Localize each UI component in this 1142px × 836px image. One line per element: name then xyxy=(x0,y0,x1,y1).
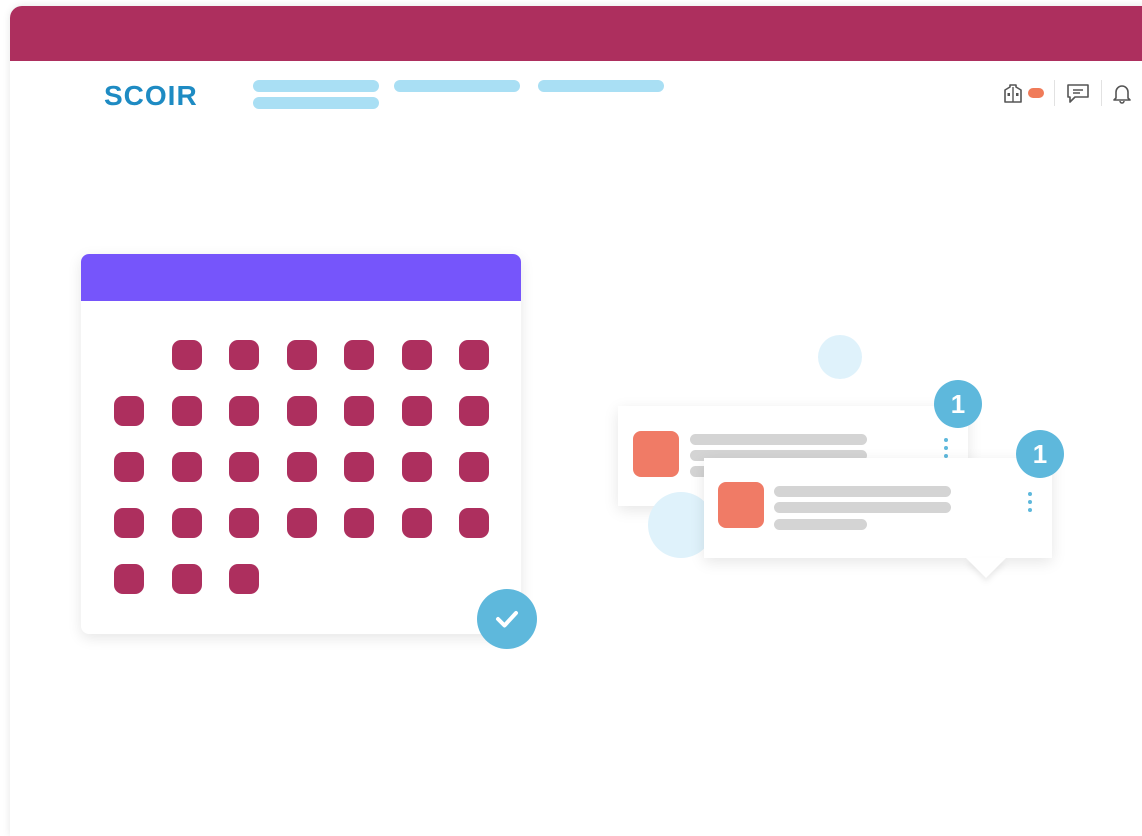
calendar-day-22[interactable] xyxy=(171,508,202,538)
calendar-day-14[interactable] xyxy=(114,452,144,482)
nav-item-placeholder-1[interactable] xyxy=(253,80,379,92)
notification-text-placeholder xyxy=(774,519,867,530)
calendar-day-19[interactable] xyxy=(401,452,432,482)
calendar-day-8[interactable] xyxy=(171,396,202,426)
notification-count-badge: 1 xyxy=(1016,430,1064,478)
notification-thumbnail xyxy=(633,431,679,477)
confirmed-badge xyxy=(477,589,537,649)
notification-thumbnail xyxy=(718,482,764,528)
calendar-day-23[interactable] xyxy=(229,508,259,538)
calendar-day-6[interactable] xyxy=(459,340,489,370)
nav-item-placeholder-3[interactable] xyxy=(538,80,664,92)
notification-count-badge: 1 xyxy=(934,380,982,428)
calendar-day-25[interactable] xyxy=(344,508,374,538)
messages-button[interactable] xyxy=(1055,80,1101,106)
nav-item-placeholder-2[interactable] xyxy=(394,80,520,92)
calendar-day-1[interactable] xyxy=(171,340,202,370)
more-options-icon[interactable] xyxy=(944,438,948,458)
checkmark-icon xyxy=(496,611,518,628)
calendar-day-2[interactable] xyxy=(229,340,259,370)
calendar-day-28[interactable] xyxy=(114,564,144,594)
notification-card[interactable] xyxy=(704,458,1052,558)
calendar-header xyxy=(81,254,521,301)
calendar-day-29[interactable] xyxy=(171,564,202,594)
calendar-day-17[interactable] xyxy=(286,452,317,482)
calendar-day-13[interactable] xyxy=(459,396,489,426)
calendar-day-27[interactable] xyxy=(459,508,489,538)
title-bar xyxy=(10,6,1142,61)
notifications-button[interactable] xyxy=(1102,80,1142,106)
calendar-day-3[interactable] xyxy=(286,340,317,370)
header-icon-group xyxy=(992,80,1142,106)
calendar-day-26[interactable] xyxy=(401,508,432,538)
scoir-logo[interactable]: SCOIR xyxy=(104,80,198,112)
school-notification-badge xyxy=(1028,88,1044,98)
notification-text-placeholder xyxy=(774,486,951,497)
calendar-day-21[interactable] xyxy=(114,508,144,538)
nav-item-placeholder-1-subline xyxy=(253,97,379,109)
calendar-day-18[interactable] xyxy=(344,452,374,482)
decorative-bubble xyxy=(818,335,862,379)
notification-text-placeholder xyxy=(774,502,951,513)
calendar-day-12[interactable] xyxy=(401,396,432,426)
calendar-day-5[interactable] xyxy=(401,340,432,370)
calendar-day-16[interactable] xyxy=(229,452,259,482)
notification-text-placeholder xyxy=(690,434,867,445)
calendar-day-24[interactable] xyxy=(286,508,317,538)
calendar-day-9[interactable] xyxy=(229,396,259,426)
calendar-day-10[interactable] xyxy=(286,396,317,426)
calendar-day-30[interactable] xyxy=(229,564,259,594)
calendar-day-15[interactable] xyxy=(171,452,202,482)
calendar-day-20[interactable] xyxy=(459,452,489,482)
school-icon xyxy=(1004,84,1022,103)
notification-tail xyxy=(966,558,1006,578)
calendar-day-11[interactable] xyxy=(344,396,374,426)
bell-icon xyxy=(1113,85,1131,104)
calendar-card xyxy=(81,254,521,634)
calendar-day-7[interactable] xyxy=(114,396,144,426)
school-button[interactable] xyxy=(992,80,1054,106)
chat-icon xyxy=(1067,84,1089,103)
calendar-day-4[interactable] xyxy=(344,340,374,370)
more-options-icon[interactable] xyxy=(1028,492,1032,512)
